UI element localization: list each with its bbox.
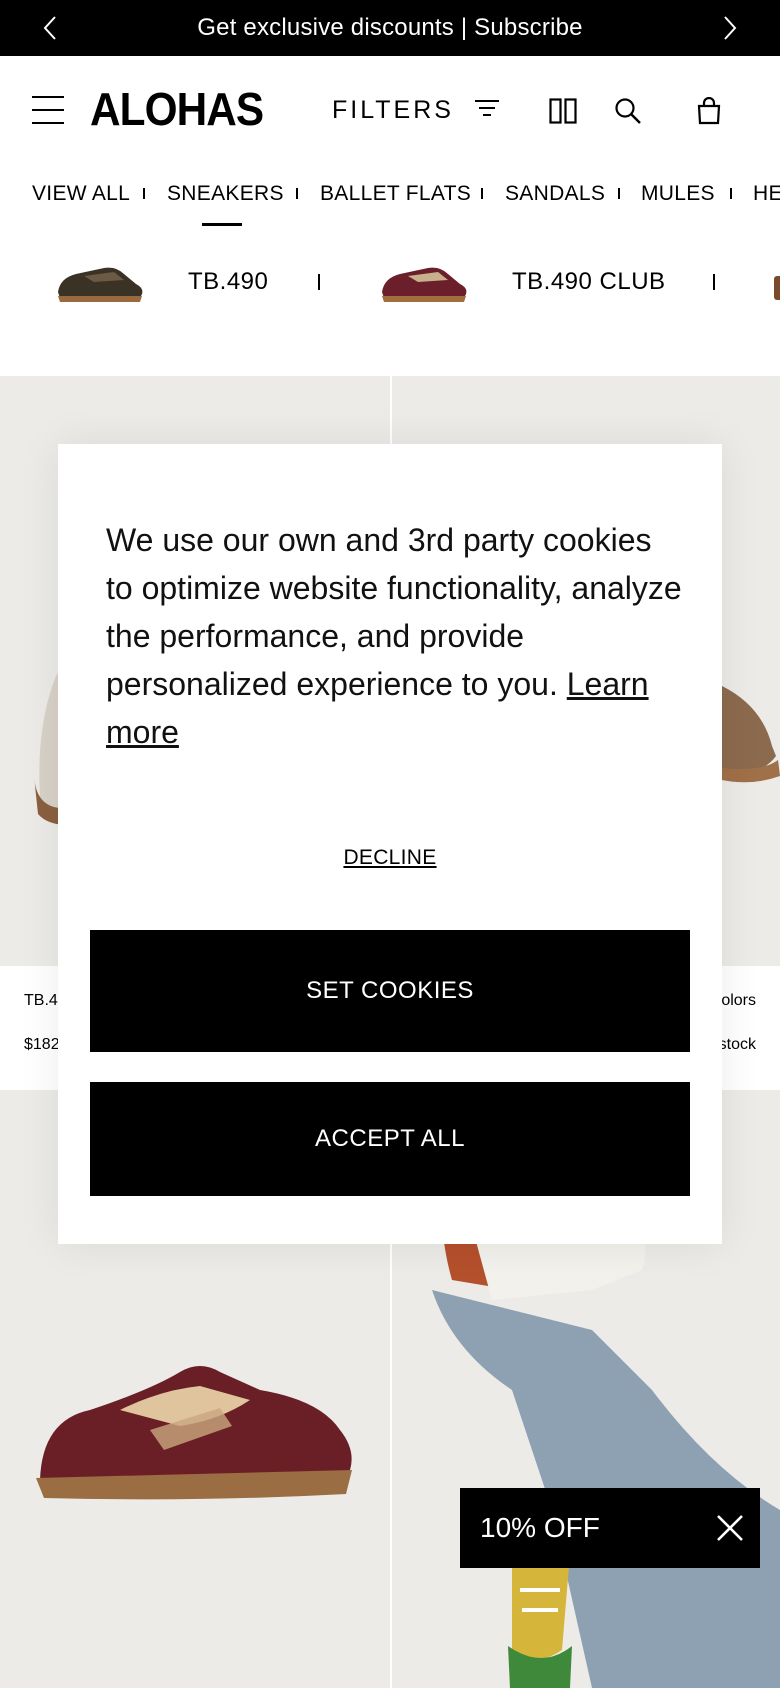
model-separator <box>713 274 715 290</box>
filters-button[interactable]: FILTERS <box>332 96 500 125</box>
site-header: ALOHAS FILTERS <box>0 56 780 168</box>
category-separator <box>143 188 145 199</box>
category-mules[interactable]: MULES <box>641 182 715 206</box>
category-separator <box>730 188 732 199</box>
model-row: TB.490 TB.490 CLUB <box>0 236 780 326</box>
logo[interactable]: ALOHAS <box>90 82 264 136</box>
product-stock: stock <box>718 1036 756 1053</box>
menu-icon[interactable] <box>32 96 64 126</box>
model-thumb-tb490-club[interactable] <box>378 258 470 306</box>
announcement-text[interactable]: Get exclusive discounts | Subscribe <box>197 14 582 42</box>
announcement-bar: Get exclusive discounts | Subscribe <box>0 0 780 56</box>
close-icon[interactable] <box>716 1514 744 1542</box>
product-price: $182 <box>24 1036 60 1053</box>
model-separator <box>318 274 320 290</box>
category-view-all[interactable]: VIEW ALL <box>32 182 130 206</box>
category-separator <box>618 188 620 199</box>
category-separator <box>481 188 483 199</box>
filters-label: FILTERS <box>332 96 454 124</box>
category-separator <box>296 188 298 199</box>
model-tb490-club[interactable]: TB.490 CLUB <box>512 268 666 296</box>
set-cookies-button[interactable]: SET COOKIES <box>90 930 690 1052</box>
discount-promo-tab[interactable]: 10% OFF <box>460 1488 760 1568</box>
model-thumb-tb490[interactable] <box>54 258 146 306</box>
product-name: TB.4 <box>24 992 58 1009</box>
filter-icon <box>474 99 500 122</box>
active-category-indicator <box>202 223 242 226</box>
model-tb490[interactable]: TB.490 <box>188 268 268 296</box>
category-sandals[interactable]: SANDALS <box>505 182 605 206</box>
category-nav: VIEW ALL SNEAKERS BALLET FLATS SANDALS M… <box>0 168 780 230</box>
decline-button[interactable]: DECLINE <box>58 846 722 870</box>
bag-icon[interactable] <box>694 96 724 126</box>
category-more[interactable]: HE <box>753 182 780 206</box>
grid-view-icon[interactable] <box>548 96 578 126</box>
promo-label: 10% OFF <box>480 1512 600 1543</box>
accept-all-button[interactable]: ACCEPT ALL <box>90 1082 690 1196</box>
model-thumb-partial[interactable] <box>774 276 780 300</box>
category-sneakers[interactable]: SNEAKERS <box>167 182 284 206</box>
page: Get exclusive discounts | Subscribe ALOH… <box>0 0 780 1688</box>
product-colors: olors <box>721 992 756 1009</box>
cookie-consent-modal: We use our own and 3rd party cookies to … <box>58 444 722 1244</box>
category-ballet-flats[interactable]: BALLET FLATS <box>320 182 471 206</box>
cookie-message-block: We use our own and 3rd party cookies to … <box>106 516 686 756</box>
search-icon[interactable] <box>613 96 643 126</box>
chevron-right-icon[interactable] <box>716 14 744 42</box>
chevron-left-icon[interactable] <box>36 14 64 42</box>
